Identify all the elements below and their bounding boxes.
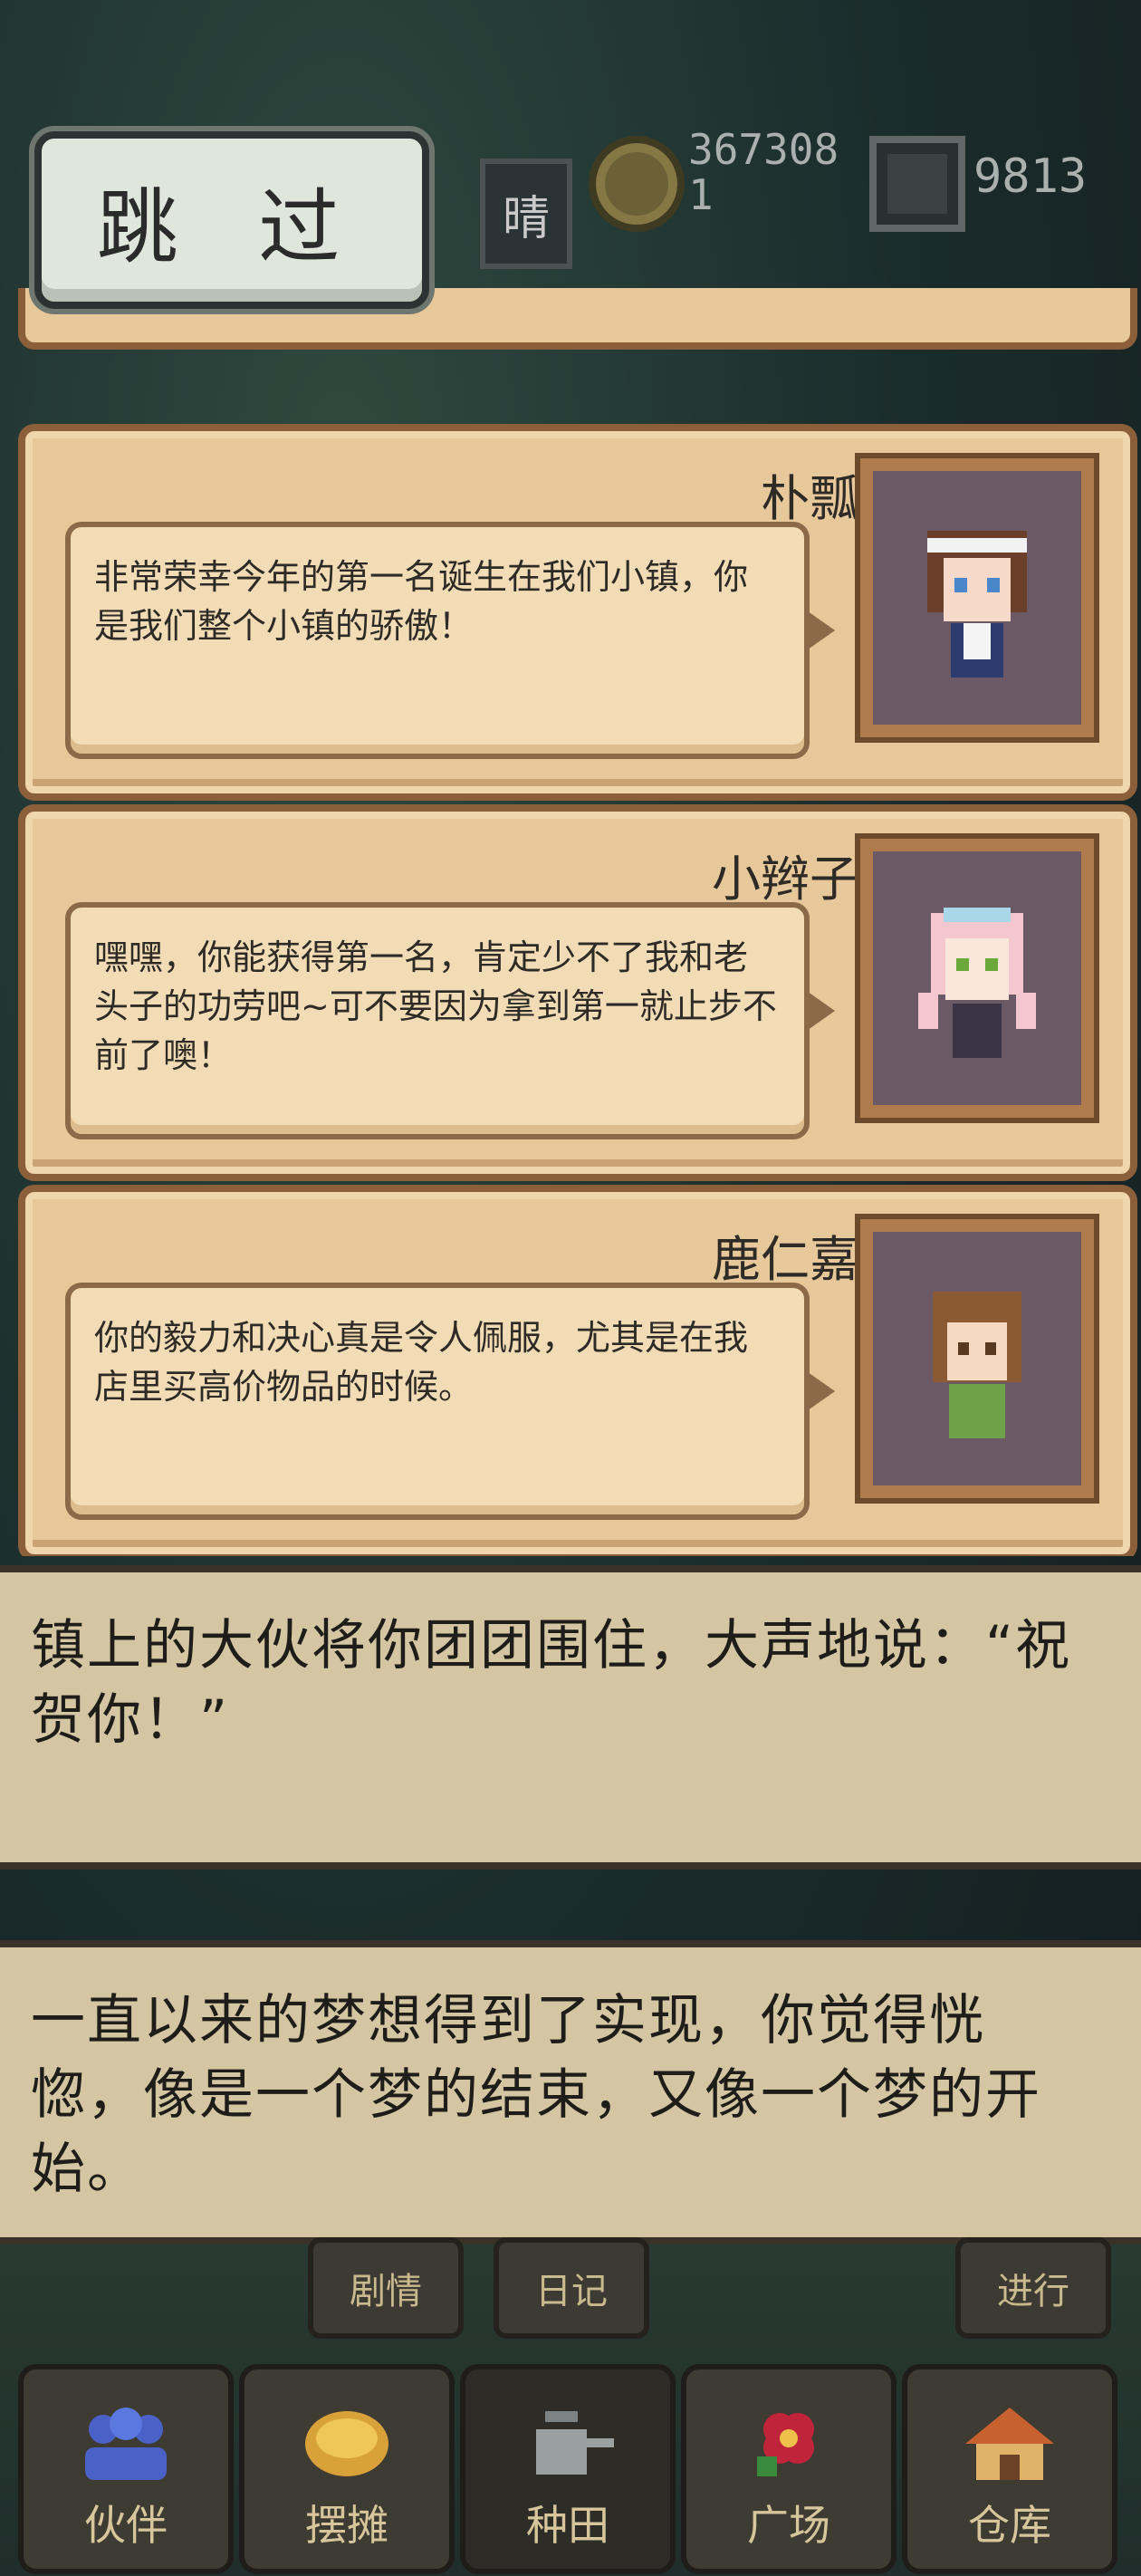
speaker-portrait	[855, 1214, 1099, 1504]
flower-icon	[757, 2413, 814, 2476]
dialogue-area: 朴瓢 非常荣幸今年的第一名诞生在我们小镇，你是我们整个小镇的骄傲！ 小辫子 嘿嘿…	[0, 288, 1141, 1556]
narration-box-1[interactable]: 镇上的大伙将你团团围住，大声地说：“祝贺你！”	[0, 1565, 1141, 1870]
speaker-name: 朴瓢	[761, 470, 858, 527]
nav-label: 伙伴	[84, 2501, 168, 2550]
coin-icon	[589, 136, 685, 232]
nav-label: 广场	[747, 2501, 830, 2550]
nav-stall[interactable]: 摆摊	[239, 2364, 455, 2574]
speech-bubble: 非常荣幸今年的第一名诞生在我们小镇，你是我们整个小镇的骄傲！	[65, 522, 835, 759]
nav-label: 仓库	[968, 2501, 1051, 2550]
girl-headband-portrait-icon	[927, 530, 1027, 678]
boy-brown-hair-portrait-icon	[933, 1291, 1021, 1438]
diary-button[interactable]: 日记	[494, 2237, 649, 2339]
proceed-button[interactable]: 进行	[955, 2237, 1111, 2339]
speaker-portrait	[855, 833, 1099, 1123]
narration-text: 一直以来的梦想得到了实现，你觉得恍惚，像是一个梦的结束，又像一个梦的开始。	[31, 1989, 1041, 2201]
house-icon	[965, 2408, 1054, 2480]
speech-bubble: 嘿嘿，你能获得第一名，肯定少不了我和老头子的功劳吧~可不要因为拿到第一就止步不前…	[65, 902, 835, 1139]
narration-text: 镇上的大伙将你团团围住，大声地说：“祝贺你！”	[31, 1614, 1072, 1752]
nav-label: 摆摊	[305, 2501, 388, 2550]
watering-can-icon	[536, 2411, 614, 2475]
nav-label: 种田	[526, 2501, 609, 2550]
dialogue-card-3: 鹿仁嘉 你的毅力和决心真是令人佩服，尤其是在我店里买高价物品的时候。	[18, 1185, 1137, 1556]
nav-farm[interactable]: 种田	[460, 2364, 676, 2574]
dialogue-card-2: 小辫子 嘿嘿，你能获得第一名，肯定少不了我和老头子的功劳吧~可不要因为拿到第一就…	[18, 804, 1137, 1181]
gem-icon	[869, 136, 965, 232]
girl-braids-portrait-icon	[918, 907, 1036, 1058]
nav-partners[interactable]: 伙伴	[18, 2364, 234, 2574]
stall-icon	[305, 2411, 388, 2476]
people-icon	[85, 2408, 167, 2480]
dialogue-card-1: 朴瓢 非常荣幸今年的第一名诞生在我们小镇，你是我们整个小镇的骄傲！	[18, 424, 1137, 801]
narration-box-2[interactable]: 一直以来的梦想得到了实现，你觉得恍惚，像是一个梦的结束，又像一个梦的开始。	[0, 1940, 1141, 2244]
speaker-name: 鹿仁嘉	[712, 1231, 858, 1288]
speech-text: 嘿嘿，你能获得第一名，肯定少不了我和老头子的功劳吧~可不要因为拿到第一就止步不前…	[94, 937, 777, 1075]
weather-indicator: 晴	[480, 159, 572, 269]
bottom-nav: 伙伴 摆摊 种田 广场 仓库	[0, 2364, 1141, 2576]
coin-count: 3673081	[688, 125, 839, 219]
nav-plaza[interactable]: 广场	[681, 2364, 896, 2574]
skip-button[interactable]: 跳 过	[34, 131, 429, 309]
speech-text: 你的毅力和决心真是令人佩服，尤其是在我店里买高价物品的时候。	[94, 1318, 749, 1407]
speaker-name: 小辫子	[712, 851, 858, 908]
story-button[interactable]: 剧情	[308, 2237, 464, 2339]
speech-text: 非常荣幸今年的第一名诞生在我们小镇，你是我们整个小镇的骄傲！	[94, 557, 749, 646]
nav-warehouse[interactable]: 仓库	[902, 2364, 1117, 2574]
speaker-portrait	[855, 453, 1099, 743]
speech-bubble: 你的毅力和决心真是令人佩服，尤其是在我店里买高价物品的时候。	[65, 1283, 835, 1520]
gem-count: 9813	[973, 149, 1088, 204]
